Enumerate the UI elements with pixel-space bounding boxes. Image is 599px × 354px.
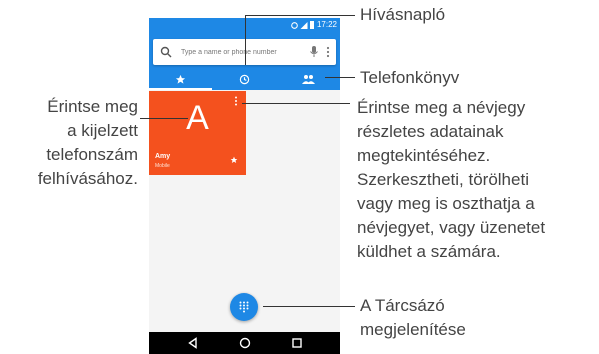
call-log-line-vertical (245, 15, 246, 65)
callout-call-log: Hívásnapló (360, 5, 446, 24)
navigation-bar (149, 332, 340, 354)
signal-icon (300, 21, 308, 29)
dialpad-icon (239, 301, 249, 313)
alarm-icon (291, 21, 298, 29)
clock-icon (239, 74, 250, 84)
star-icon (175, 74, 186, 84)
contact-name: Amy (155, 153, 171, 160)
tab-contacts[interactable] (277, 68, 340, 90)
dialpad-button[interactable] (230, 293, 258, 321)
call-number-line (140, 118, 188, 119)
phone-screen: 17:22 Type a name or phone number A Amy … (149, 18, 340, 354)
dialpad-line (263, 306, 355, 307)
home-icon[interactable] (239, 337, 251, 349)
callout-contacts: Telefonkönyv (360, 68, 460, 87)
more-options-icon[interactable] (326, 46, 330, 58)
contact-type: Mobile (155, 163, 170, 169)
contacts-line (325, 77, 355, 78)
card-details-line (242, 103, 350, 104)
callout-contact-details: Érintse meg a névjegy részletes adataina… (357, 98, 546, 261)
callout-call-number: Érintse meg a kijelzett telefonszám felh… (37, 97, 138, 188)
card-more-icon[interactable] (234, 96, 238, 106)
tab-bar (149, 68, 340, 90)
battery-icon (310, 21, 314, 29)
status-icons (291, 18, 314, 32)
status-time: 17:22 (316, 20, 337, 29)
callout-dialpad-line2: megjelenítése (360, 320, 466, 339)
mic-icon[interactable] (309, 46, 319, 58)
tab-favorites[interactable] (149, 68, 212, 90)
favorite-star-icon (230, 156, 238, 163)
search-input[interactable] (181, 44, 301, 60)
back-icon[interactable] (187, 337, 199, 349)
tab-call-log[interactable] (213, 68, 276, 90)
recents-icon[interactable] (291, 337, 303, 349)
search-icon[interactable] (160, 46, 172, 58)
call-log-line-horizontal (245, 15, 355, 16)
people-icon (302, 75, 315, 84)
callout-dialpad-line1: A Tárcsázó (360, 296, 445, 315)
contact-card[interactable]: A Amy Mobile (149, 91, 246, 175)
